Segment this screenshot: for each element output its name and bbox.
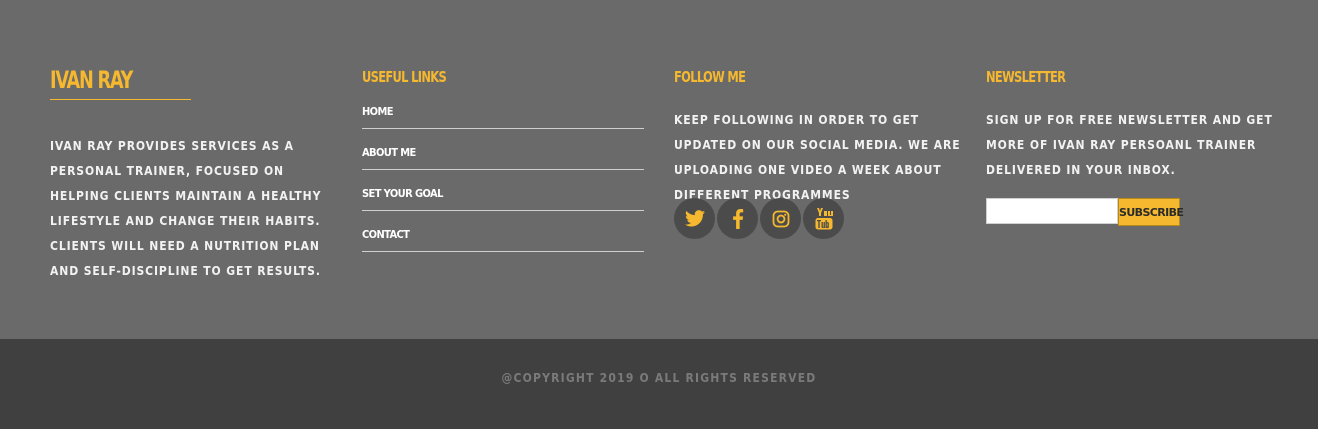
facebook-button[interactable] <box>717 198 758 239</box>
useful-links-heading: USEFUL LINKS <box>362 68 447 86</box>
footer-top: IVAN RAY IVAN RAY PROVIDES SERVICES AS A… <box>0 0 1318 339</box>
newsletter-heading: NEWSLETTER <box>986 68 1066 86</box>
subscribe-button[interactable]: SUBSCRIBE <box>1118 198 1184 226</box>
copyright-text: @COPYRIGHT 2019 O ALL RIGHTS RESERVED <box>501 371 817 385</box>
list-item: HOME <box>362 88 644 129</box>
list-item: ABOUT ME <box>362 129 644 170</box>
follow-heading: FOLLOW ME <box>674 68 746 86</box>
link-contact[interactable]: CONTACT <box>362 228 410 241</box>
link-about-me[interactable]: ABOUT ME <box>362 146 416 159</box>
youtube-button[interactable] <box>803 198 844 239</box>
twitter-button[interactable] <box>674 198 715 239</box>
brand-title: IVAN RAY <box>50 66 133 94</box>
newsletter-description: SIGN UP FOR FREE NEWSLETTER AND GET MORE… <box>986 113 1273 177</box>
footer-bottom: @COPYRIGHT 2019 O ALL RIGHTS RESERVED <box>0 339 1318 429</box>
newsletter-form: SUBSCRIBE <box>986 198 1184 226</box>
list-item: SET YOUR GOAL <box>362 170 644 211</box>
site-footer: IVAN RAY IVAN RAY PROVIDES SERVICES AS A… <box>0 0 1318 429</box>
brand-underline <box>50 99 191 100</box>
useful-links-list: HOME ABOUT ME SET YOUR GOAL CONTACT <box>362 88 644 252</box>
about-description: IVAN RAY PROVIDES SERVICES AS A PERSONAL… <box>50 139 322 278</box>
link-home[interactable]: HOME <box>362 105 394 118</box>
social-links <box>674 198 844 239</box>
youtube-icon <box>815 207 833 229</box>
follow-description: KEEP FOLLOWING IN ORDER TO GET UPDATED O… <box>674 113 961 202</box>
newsletter-email-input[interactable] <box>986 198 1118 224</box>
instagram-button[interactable] <box>760 198 801 239</box>
link-set-your-goal[interactable]: SET YOUR GOAL <box>362 187 443 200</box>
list-item: CONTACT <box>362 211 644 252</box>
facebook-icon <box>732 208 743 229</box>
instagram-icon <box>772 210 789 227</box>
twitter-icon <box>684 210 705 227</box>
